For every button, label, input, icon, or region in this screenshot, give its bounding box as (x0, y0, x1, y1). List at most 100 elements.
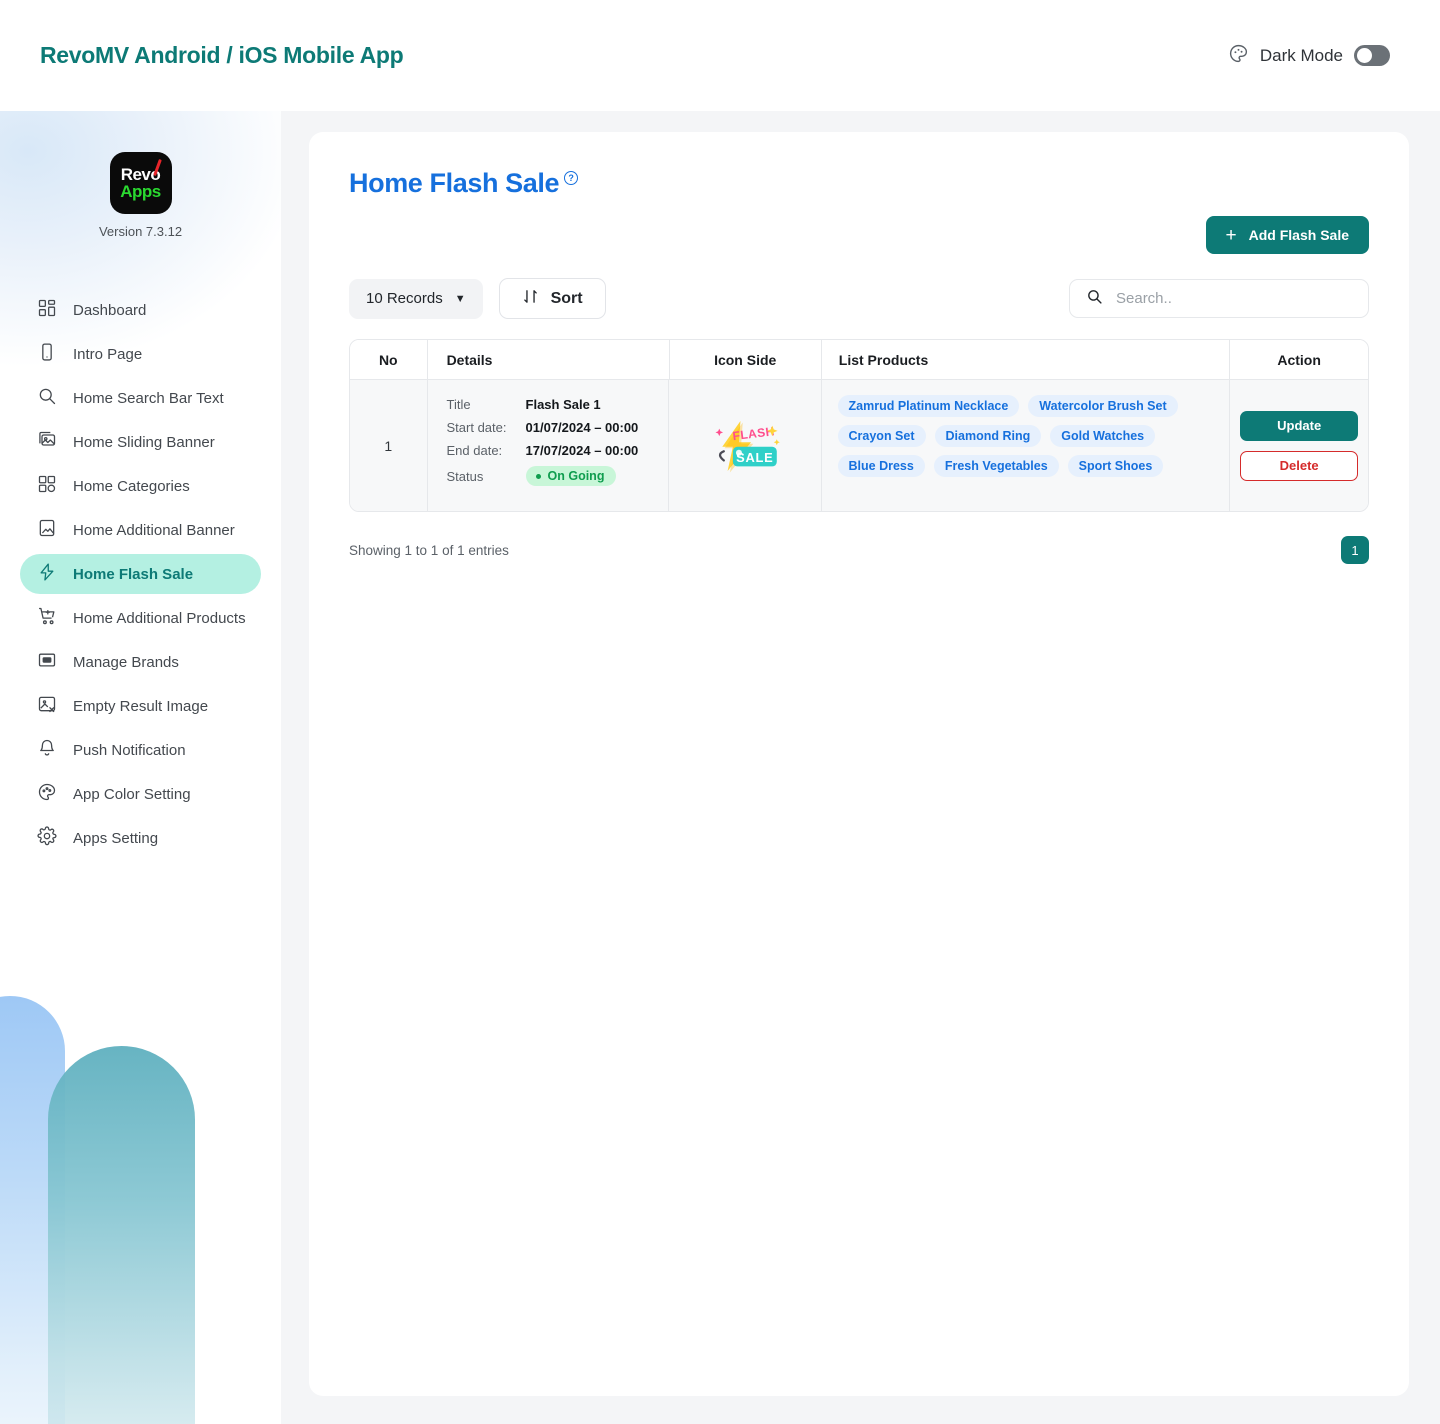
dark-mode-toggle[interactable] (1354, 45, 1390, 66)
search-icon (1086, 288, 1103, 310)
detail-status: Status On Going (447, 466, 669, 486)
flash-sale-image: SALEFLASH (715, 420, 780, 472)
product-tag[interactable]: Blue Dress (837, 455, 925, 477)
page-title: Home Flash Sale (349, 168, 560, 198)
decorative-blue-shape (0, 996, 65, 1424)
gear-icon (37, 826, 57, 850)
image-frame-icon (37, 518, 57, 542)
detail-title-value: Flash Sale 1 (525, 397, 601, 412)
search-input[interactable] (1116, 290, 1352, 307)
detail-end-value: 17/07/2024 – 00:00 (525, 443, 639, 458)
detail-start-key: Start date: (446, 420, 507, 435)
svg-text:SALE: SALE (736, 449, 773, 464)
sidebar-item-home-additional-products[interactable]: Home Additional Products (20, 598, 261, 638)
sidebar-item-label: Home Additional Banner (73, 521, 235, 539)
main-content: Home Flash Sale ? + Add Flash Sale 10 Re… (281, 111, 1440, 1424)
product-tag[interactable]: Fresh Vegetables (933, 455, 1059, 477)
product-tag[interactable]: Watercolor Brush Set (1028, 395, 1178, 417)
sidebar-item-dashboard[interactable]: Dashboard (20, 290, 261, 330)
version-label: Version 7.3.12 (98, 224, 183, 239)
status-badge: On Going (525, 466, 617, 486)
cell-list-products: Zamrud Platinum Necklace Watercolor Brush… (822, 380, 1231, 511)
sidebar-item-label: Home Search Bar Text (73, 389, 224, 407)
sidebar-item-empty-result-image[interactable]: Empty Result Image (20, 686, 261, 726)
sidebar-item-home-sliding-banner[interactable]: Home Sliding Banner (20, 422, 261, 462)
add-button-row: + Add Flash Sale (349, 216, 1369, 254)
plus-icon: + (1225, 224, 1237, 246)
table-body: 1 Title Flash Sale 1 Start date: 01/07/2024 … (350, 380, 1368, 511)
column-header-action: Action (1277, 351, 1321, 368)
sidebar-item-apps-setting[interactable]: Apps Setting (20, 818, 261, 858)
product-tag[interactable]: Sport Shoes (1067, 455, 1164, 477)
dark-mode-label: Dark Mode (1259, 45, 1343, 65)
detail-status-key: Status (446, 468, 484, 484)
sidebar-item-label: Home Sliding Banner (73, 433, 215, 451)
sidebar-item-label: Home Flash Sale (73, 565, 194, 583)
sidebar-item-home-categories[interactable]: Home Categories (20, 466, 261, 506)
cell-icon-side: SALE FLASH (669, 380, 822, 511)
records-per-page-select[interactable]: 10 Records ▼ (349, 278, 483, 319)
column-header-iconside: Icon Side (670, 340, 822, 379)
column-header-no: No (350, 340, 428, 379)
images-stack-icon (37, 430, 57, 454)
table-row: 1 Title Flash Sale 1 Start date: 01/07/2024 … (350, 380, 1368, 511)
decorative-teal-shape (48, 1046, 195, 1424)
chevron-down-icon: ▼ (454, 292, 466, 305)
product-tag[interactable]: Crayon Set (837, 425, 926, 447)
status-dot-icon (535, 473, 541, 479)
product-tag[interactable]: Diamond Ring (934, 425, 1042, 447)
app-title: RevoMV Android / iOS Mobile App (40, 42, 404, 68)
update-button[interactable]: Update (1240, 410, 1359, 441)
search-box[interactable] (1069, 279, 1369, 318)
add-flash-sale-button[interactable]: + Add Flash Sale (1205, 216, 1369, 254)
sidebar-item-push-notification[interactable]: Push Notification (20, 730, 261, 770)
sidebar-item-home-flash-sale[interactable]: Home Flash Sale (20, 554, 261, 594)
lightning-bolt-icon (37, 562, 57, 586)
sidebar-item-label: Apps Setting (73, 829, 159, 847)
logo-text-bottom: Apps (120, 182, 161, 201)
pagination-page-1[interactable]: 1 (1341, 536, 1369, 564)
detail-start-value: 01/07/2024 – 00:00 (525, 420, 639, 435)
palette-icon (37, 782, 57, 806)
sidebar-item-manage-brands[interactable]: Manage Brands (20, 642, 261, 682)
detail-end-date: End date: 17/07/2024 – 00:00 (447, 443, 669, 458)
categories-grid-icon (37, 474, 57, 498)
status-label: On Going (547, 469, 605, 483)
sidebar-item-app-color-setting[interactable]: App Color Setting (20, 774, 261, 814)
showing-entries-text: Showing 1 to 1 of 1 entries (349, 542, 509, 558)
table-header-row: No Details Icon Side List Products Actio… (350, 340, 1368, 380)
flash-sale-table: No Details Icon Side List Products Actio… (349, 339, 1369, 512)
detail-title-key: Title (446, 397, 471, 412)
cart-plus-icon (37, 606, 57, 630)
brand-card-icon (37, 650, 57, 674)
cell-details: Title Flash Sale 1 Start date: 01/07/2024 –… (428, 380, 670, 511)
dashboard-grid-icon (37, 298, 57, 322)
sidebar-item-intro-page[interactable]: Intro Page (20, 334, 261, 374)
table-footer: Showing 1 to 1 of 1 entries 1 (349, 536, 1369, 564)
product-tag[interactable]: Gold Watches (1050, 425, 1156, 447)
page-title-row: Home Flash Sale ? (349, 168, 1369, 199)
cell-no: 1 (350, 380, 428, 511)
dark-mode-control[interactable]: Dark Mode (1228, 43, 1390, 69)
search-icon (37, 386, 57, 410)
column-header-products: List Products (822, 340, 1231, 379)
detail-start-date: Start date: 01/07/2024 – 00:00 (447, 420, 669, 435)
sidebar-item-label: Dashboard (73, 301, 147, 319)
content-card: Home Flash Sale ? + Add Flash Sale 10 Re… (309, 132, 1409, 1396)
revo-apps-logo: Revo Apps (109, 152, 172, 214)
sidebar-item-label: App Color Setting (73, 785, 191, 803)
column-header-details: Details (428, 340, 670, 379)
question-mark-icon[interactable]: ? (564, 171, 579, 185)
controls-left: 10 Records ▼ Sort (349, 278, 606, 319)
delete-button[interactable]: Delete (1240, 450, 1359, 481)
bell-icon (37, 738, 57, 762)
sidebar-item-home-additional-banner[interactable]: Home Additional Banner (20, 510, 261, 550)
brand-block: Revo Apps Version 7.3.12 (0, 111, 281, 239)
sidebar-item-home-search-bar-text[interactable]: Home Search Bar Text (20, 378, 261, 418)
product-tag[interactable]: Zamrud Platinum Necklace (837, 395, 1020, 417)
sort-button[interactable]: Sort (498, 278, 606, 319)
top-bar: RevoMV Android / iOS Mobile App Dark Mod… (0, 0, 1440, 111)
sidebar-item-label: Home Categories (73, 477, 190, 495)
add-flash-sale-label: Add Flash Sale (1248, 227, 1349, 243)
sidebar: Revo Apps Version 7.3.12 Dashboard Intro … (0, 111, 281, 1424)
